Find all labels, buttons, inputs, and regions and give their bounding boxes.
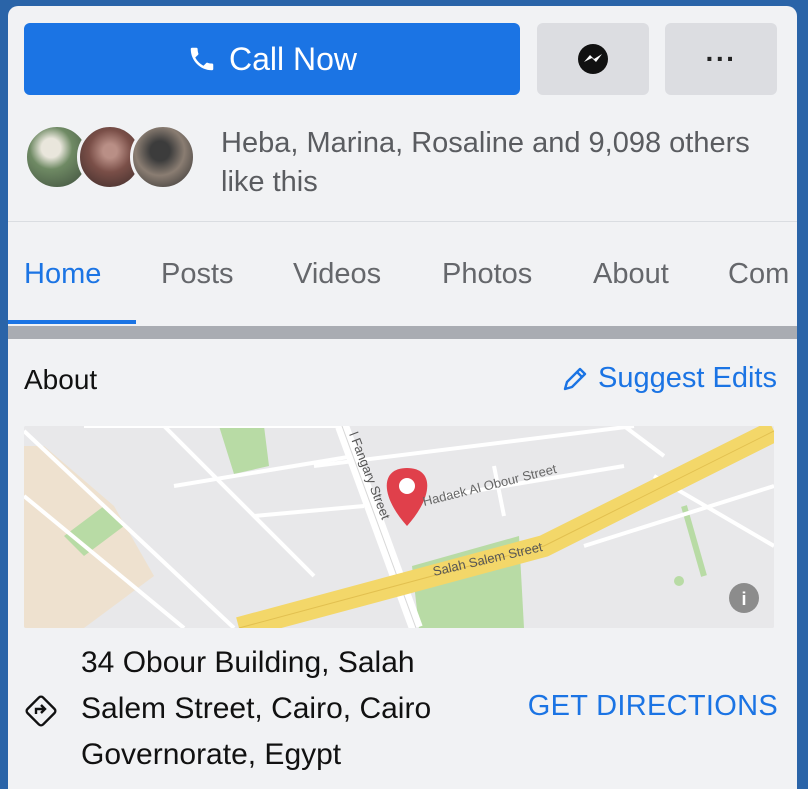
active-tab-indicator — [8, 320, 136, 324]
suggest-edits-label: Suggest Edits — [598, 362, 777, 394]
tab-about[interactable]: About — [593, 258, 669, 291]
more-options-button[interactable]: ··· — [665, 23, 777, 95]
phone-icon — [190, 47, 214, 71]
likes-row[interactable]: Heba, Marina, Rosaline and 9,098 others … — [24, 124, 784, 204]
call-now-button[interactable]: Call Now — [24, 23, 520, 95]
tab-photos[interactable]: Photos — [442, 258, 532, 291]
page-card: Call Now ··· Heba, Marina, Rosaline and … — [8, 6, 797, 789]
address-text: 34 Obour Building, Salah Salem Street, C… — [81, 646, 432, 771]
likes-summary: Heba, Marina, Rosaline and 9,098 others … — [221, 127, 750, 198]
pencil-icon — [563, 367, 587, 390]
about-heading: About — [24, 364, 98, 395]
get-directions-link[interactable]: GET DIRECTIONS — [528, 690, 778, 723]
divider — [8, 221, 797, 222]
tab-community[interactable]: Com — [728, 258, 789, 291]
address-row: 34 Obour Building, Salah Salem Street, C… — [24, 636, 784, 786]
call-now-label: Call Now — [228, 40, 358, 77]
avatar — [130, 124, 196, 190]
location-map[interactable]: l Fangary Street Hadaek Al Obour Street … — [24, 426, 774, 628]
page-tabs: Home Posts Videos Photos About Com — [8, 246, 797, 326]
section-separator — [8, 326, 797, 339]
action-row: Call Now ··· — [24, 23, 777, 95]
suggest-edits-link[interactable]: Suggest Edits — [560, 362, 777, 395]
more-icon: ··· — [705, 43, 737, 74]
map-info-icon[interactable]: i — [729, 583, 759, 613]
tab-posts[interactable]: Posts — [161, 258, 234, 291]
map-graphic: l Fangary Street Hadaek Al Obour Street … — [24, 426, 774, 628]
directions-icon — [25, 695, 57, 727]
tab-videos[interactable]: Videos — [293, 258, 381, 291]
tab-home[interactable]: Home — [24, 258, 101, 291]
messenger-icon — [578, 44, 608, 74]
messenger-button[interactable] — [537, 23, 649, 95]
svg-text:i: i — [741, 589, 746, 609]
